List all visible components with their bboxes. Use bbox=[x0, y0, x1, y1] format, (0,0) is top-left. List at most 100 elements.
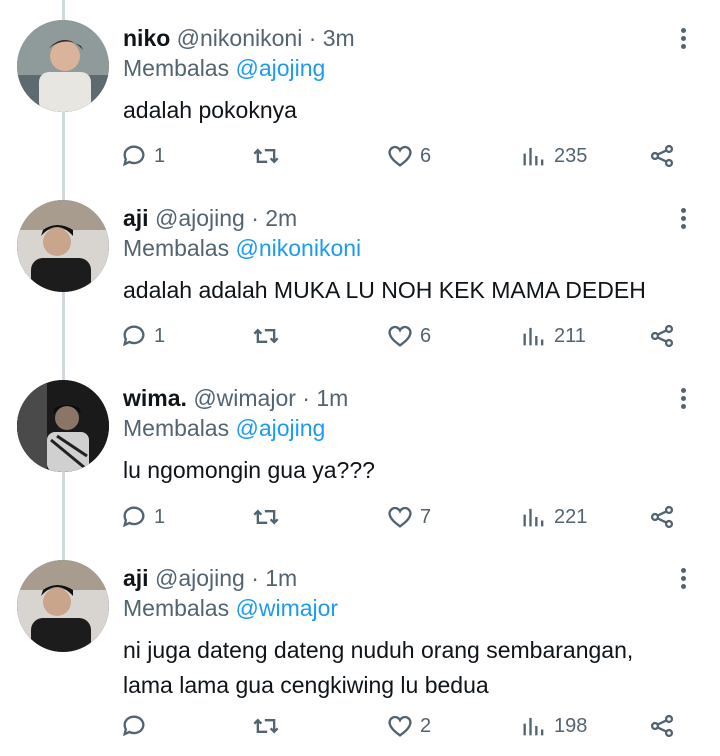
separator: · bbox=[302, 385, 310, 411]
views-count: 235 bbox=[554, 144, 588, 167]
action-bar: 2 198 bbox=[120, 708, 700, 744]
reply-mention[interactable]: @nikonikoni bbox=[236, 235, 362, 261]
views-button[interactable]: 198 bbox=[520, 708, 587, 744]
timestamp[interactable]: 2m bbox=[265, 205, 297, 231]
reply-context: Membalas @wimajor bbox=[123, 593, 338, 623]
tweet[interactable]: niko @nikonikoni · 3m Membalas @ajojing … bbox=[0, 20, 720, 190]
tweet-text: adalah adalah MUKA LU NOH KEK MAMA DEDEH bbox=[123, 277, 646, 303]
like-button[interactable]: 6 bbox=[386, 138, 431, 174]
retweet-button[interactable] bbox=[252, 708, 280, 744]
display-name[interactable]: aji bbox=[123, 205, 149, 231]
reply-icon bbox=[122, 325, 145, 347]
reply-prefix: Membalas bbox=[123, 415, 230, 441]
separator: · bbox=[251, 565, 259, 591]
reply-icon bbox=[122, 145, 145, 167]
reply-button[interactable] bbox=[120, 708, 154, 744]
views-icon bbox=[523, 508, 544, 527]
tweet[interactable]: aji @ajojing · 1m Membalas @wimajor ni j… bbox=[0, 560, 720, 756]
reply-count: 1 bbox=[154, 144, 166, 167]
reply-icon bbox=[122, 506, 145, 528]
tweet-header: wima. @wimajor · 1m bbox=[123, 383, 348, 413]
like-count: 6 bbox=[420, 144, 432, 167]
retweet-button[interactable] bbox=[252, 138, 280, 174]
reply-prefix: Membalas bbox=[123, 55, 230, 81]
like-count: 6 bbox=[420, 324, 432, 347]
display-name[interactable]: aji bbox=[123, 565, 149, 591]
share-icon bbox=[650, 505, 674, 529]
retweet-button[interactable] bbox=[252, 499, 280, 535]
reply-button[interactable]: 1 bbox=[120, 318, 165, 354]
reply-mention[interactable]: @ajojing bbox=[236, 415, 326, 441]
reply-icon bbox=[122, 715, 145, 737]
reply-count: 1 bbox=[154, 505, 166, 528]
reply-context: Membalas @nikonikoni bbox=[123, 233, 361, 263]
share-icon bbox=[650, 144, 674, 168]
retweet-icon bbox=[253, 509, 279, 525]
like-icon bbox=[388, 145, 412, 167]
more-icon[interactable] bbox=[674, 566, 692, 592]
views-count: 221 bbox=[554, 505, 588, 528]
retweet-icon bbox=[253, 718, 279, 734]
user-handle[interactable]: @wimajor bbox=[193, 385, 296, 411]
avatar[interactable] bbox=[17, 560, 109, 652]
share-button[interactable] bbox=[648, 499, 676, 535]
like-icon bbox=[388, 506, 412, 528]
views-icon bbox=[523, 147, 544, 166]
action-bar: 1 6 235 bbox=[120, 138, 700, 174]
retweet-icon bbox=[253, 148, 279, 164]
more-icon[interactable] bbox=[674, 206, 692, 232]
reply-button[interactable]: 1 bbox=[120, 138, 165, 174]
retweet-button[interactable] bbox=[252, 318, 280, 354]
more-icon[interactable] bbox=[674, 386, 692, 412]
like-button[interactable]: 7 bbox=[386, 499, 431, 535]
thread-line bbox=[62, 0, 65, 20]
tweet-text: lu ngomongin gua ya??? bbox=[123, 457, 375, 483]
share-icon bbox=[650, 714, 674, 738]
retweet-icon bbox=[253, 328, 279, 344]
avatar[interactable] bbox=[17, 380, 109, 472]
tweet[interactable]: wima. @wimajor · 1m Membalas @ajojing lu… bbox=[0, 380, 720, 550]
like-count: 2 bbox=[420, 714, 432, 737]
like-icon bbox=[388, 325, 412, 347]
views-button[interactable]: 211 bbox=[520, 318, 586, 354]
like-button[interactable]: 2 bbox=[386, 708, 431, 744]
reply-mention[interactable]: @wimajor bbox=[236, 595, 339, 621]
avatar[interactable] bbox=[17, 200, 109, 292]
like-count: 7 bbox=[420, 505, 432, 528]
user-handle[interactable]: @ajojing bbox=[155, 205, 245, 231]
user-handle[interactable]: @ajojing bbox=[155, 565, 245, 591]
reply-mention[interactable]: @ajojing bbox=[236, 55, 326, 81]
display-name[interactable]: wima. bbox=[123, 385, 187, 411]
reply-context: Membalas @ajojing bbox=[123, 53, 325, 83]
action-bar: 1 6 211 bbox=[120, 318, 700, 354]
views-count: 198 bbox=[554, 714, 588, 737]
action-bar: 1 7 221 bbox=[120, 499, 700, 535]
tweet-header: aji @ajojing · 2m bbox=[123, 203, 297, 233]
like-button[interactable]: 6 bbox=[386, 318, 431, 354]
timestamp[interactable]: 3m bbox=[323, 25, 355, 51]
views-button[interactable]: 221 bbox=[520, 499, 587, 535]
tweet[interactable]: aji @ajojing · 2m Membalas @nikonikoni a… bbox=[0, 200, 720, 370]
views-icon bbox=[523, 717, 544, 736]
reply-button[interactable]: 1 bbox=[120, 499, 165, 535]
tweet-header: aji @ajojing · 1m bbox=[123, 563, 297, 593]
share-button[interactable] bbox=[648, 708, 676, 744]
avatar[interactable] bbox=[17, 20, 109, 112]
views-icon bbox=[523, 327, 544, 346]
like-icon bbox=[388, 715, 412, 737]
reply-prefix: Membalas bbox=[123, 235, 230, 261]
display-name[interactable]: niko bbox=[123, 25, 170, 51]
more-icon[interactable] bbox=[674, 26, 692, 52]
separator: · bbox=[251, 205, 259, 231]
user-handle[interactable]: @nikonikoni bbox=[177, 25, 303, 51]
share-icon bbox=[650, 324, 674, 348]
separator: · bbox=[308, 25, 317, 51]
reply-context: Membalas @ajojing bbox=[123, 413, 325, 443]
tweet-text: adalah pokoknya bbox=[123, 97, 297, 123]
views-button[interactable]: 235 bbox=[520, 138, 587, 174]
share-button[interactable] bbox=[648, 138, 676, 174]
timestamp[interactable]: 1m bbox=[316, 385, 348, 411]
tweet-text: ni juga dateng dateng nuduh orang sembar… bbox=[123, 637, 634, 698]
timestamp[interactable]: 1m bbox=[265, 565, 297, 591]
share-button[interactable] bbox=[648, 318, 676, 354]
